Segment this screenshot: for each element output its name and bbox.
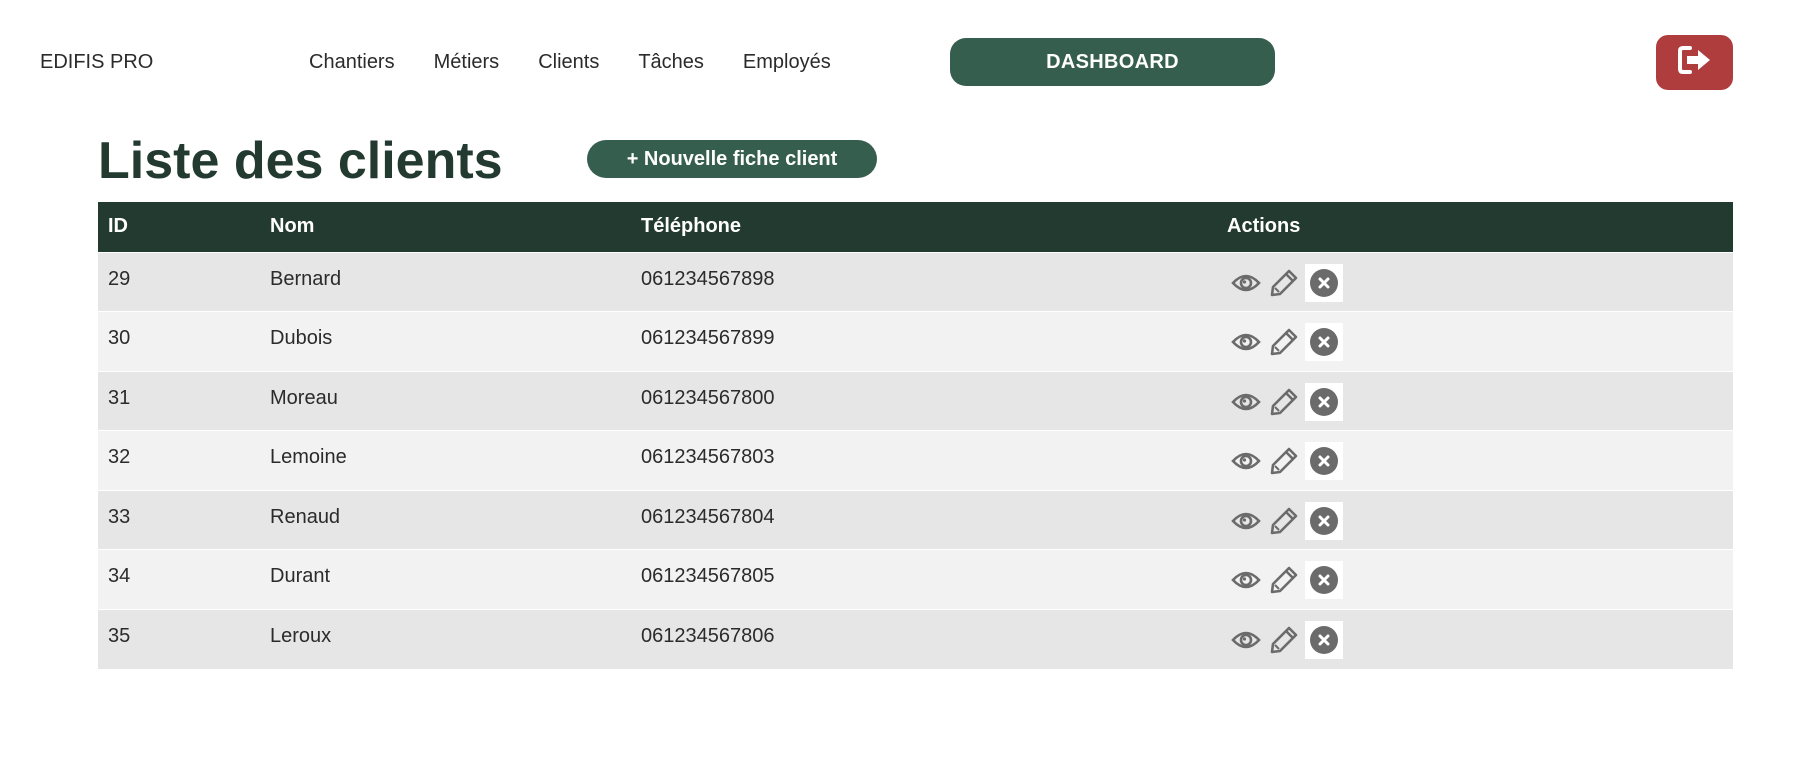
close-circle-icon[interactable] <box>1305 501 1343 540</box>
cell-id: 31 <box>108 386 131 409</box>
nav-item-metiers[interactable]: Métiers <box>434 51 500 74</box>
nav-item-employes[interactable]: Employés <box>743 51 831 74</box>
top-navbar: EDIFIS PRO Chantiers Métiers Clients Tâc… <box>0 0 1812 125</box>
new-client-button[interactable]: + Nouvelle fiche client <box>587 140 877 178</box>
cell-telephone: 061234567899 <box>641 327 775 349</box>
cell-nom: Bernard <box>270 267 342 290</box>
cell-telephone: 061234567803 <box>641 446 775 468</box>
cell-actions <box>1217 252 1733 312</box>
table-row: 31 Moreau 061234567800 <box>98 371 1733 431</box>
cell-actions <box>1217 312 1733 372</box>
eye-icon[interactable] <box>1229 563 1263 597</box>
cell-telephone: 061234567805 <box>641 565 775 587</box>
pencil-icon[interactable] <box>1267 266 1301 300</box>
clients-table: ID Nom Téléphone Actions 29 Bernard 061234… <box>98 202 1733 669</box>
cell-telephone: 061234567800 <box>641 386 775 409</box>
close-circle-icon[interactable] <box>1305 442 1343 480</box>
cell-actions <box>1217 431 1733 491</box>
cell-id: 30 <box>108 327 131 349</box>
eye-icon[interactable] <box>1229 385 1263 419</box>
sign-out-icon <box>1677 46 1712 79</box>
eye-icon[interactable] <box>1229 444 1263 478</box>
cell-telephone: 061234567898 <box>641 267 775 290</box>
cell-id: 29 <box>108 267 131 290</box>
close-circle-icon[interactable] <box>1305 561 1343 599</box>
row-actions <box>1229 382 1723 421</box>
close-circle-icon[interactable] <box>1305 620 1343 659</box>
cell-id: 32 <box>108 446 131 468</box>
eye-icon[interactable] <box>1229 504 1263 538</box>
nav-item-clients[interactable]: Clients <box>538 51 599 74</box>
cell-id: 34 <box>108 565 131 587</box>
cell-actions <box>1217 550 1733 610</box>
row-actions <box>1229 323 1723 361</box>
pencil-icon[interactable] <box>1267 504 1301 538</box>
row-actions <box>1229 442 1723 480</box>
dashboard-button[interactable]: DASHBOARD <box>950 38 1275 86</box>
eye-icon[interactable] <box>1229 325 1263 359</box>
cell-actions <box>1217 371 1733 431</box>
eye-icon[interactable] <box>1229 623 1263 657</box>
table-header-row: ID Nom Téléphone Actions <box>98 202 1733 252</box>
column-header-actions: Actions <box>1227 215 1301 238</box>
logout-button[interactable] <box>1656 35 1733 90</box>
main-nav: Chantiers Métiers Clients Tâches Employé… <box>309 51 870 74</box>
table-body: 29 Bernard 061234567898 30 Dubois 06123456789… <box>98 252 1733 669</box>
row-actions <box>1229 620 1723 659</box>
brand-name[interactable]: EDIFIS PRO <box>40 51 153 74</box>
close-circle-icon[interactable] <box>1305 382 1343 421</box>
close-circle-icon[interactable] <box>1305 263 1343 302</box>
cell-telephone: 061234567806 <box>641 624 775 647</box>
pencil-icon[interactable] <box>1267 563 1301 597</box>
row-actions <box>1229 561 1723 599</box>
cell-nom: Moreau <box>270 386 338 409</box>
cell-nom: Lemoine <box>270 446 347 468</box>
cell-actions <box>1217 609 1733 669</box>
pencil-icon[interactable] <box>1267 385 1301 419</box>
eye-icon[interactable] <box>1229 266 1263 300</box>
table-row: 30 Dubois 061234567899 <box>98 311 1733 372</box>
cell-telephone: 061234567804 <box>641 505 775 528</box>
table-row: 33 Renaud 061234567804 <box>98 490 1733 550</box>
table-row: 35 Leroux 061234567806 <box>98 609 1733 669</box>
nav-item-chantiers[interactable]: Chantiers <box>309 51 395 74</box>
table-row: 32 Lemoine 061234567803 <box>98 430 1733 491</box>
row-actions <box>1229 501 1723 540</box>
column-header-nom: Nom <box>270 215 315 238</box>
close-circle-icon[interactable] <box>1305 323 1343 361</box>
nav-item-taches[interactable]: Tâches <box>638 51 704 74</box>
row-actions <box>1229 263 1723 302</box>
cell-nom: Durant <box>270 565 331 587</box>
table-row: 29 Bernard 061234567898 <box>98 252 1733 312</box>
cell-nom: Leroux <box>270 624 332 647</box>
cell-nom: Dubois <box>270 327 333 349</box>
pencil-icon[interactable] <box>1267 623 1301 657</box>
cell-nom: Renaud <box>270 505 341 528</box>
column-header-telephone: Téléphone <box>641 215 742 238</box>
cell-actions <box>1217 490 1733 550</box>
pencil-icon[interactable] <box>1267 444 1301 478</box>
pencil-icon[interactable] <box>1267 325 1301 359</box>
page-title: Liste des clients <box>98 132 503 190</box>
column-header-id: ID <box>108 215 128 238</box>
table-row: 34 Durant 061234567805 <box>98 549 1733 610</box>
cell-id: 35 <box>108 624 131 647</box>
cell-id: 33 <box>108 505 131 528</box>
